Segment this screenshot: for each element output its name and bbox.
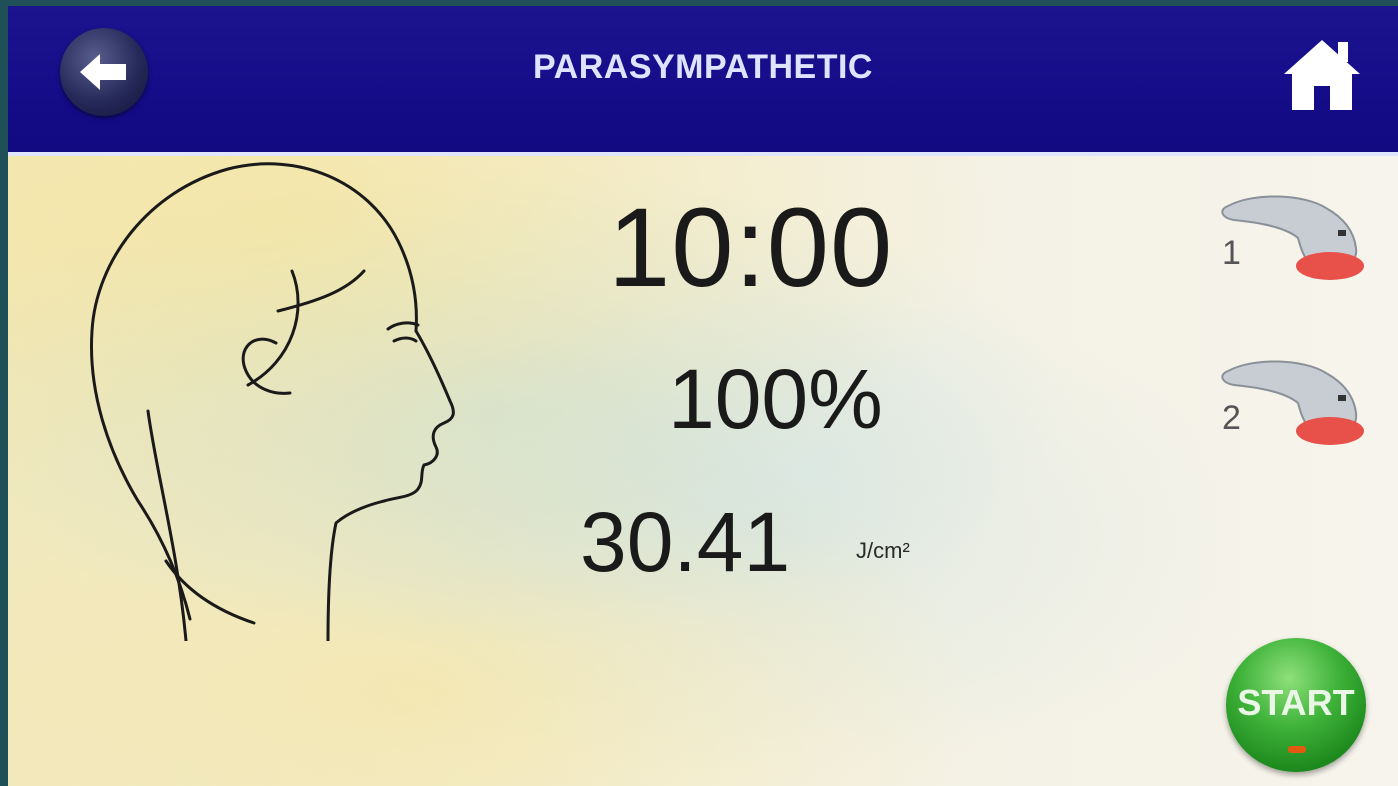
- start-label: START: [1237, 682, 1355, 723]
- home-button[interactable]: [1280, 34, 1364, 114]
- handpiece-2-button[interactable]: 2: [1214, 351, 1374, 471]
- handpiece-number: 2: [1222, 399, 1241, 437]
- handpiece-number: 1: [1222, 234, 1241, 272]
- start-button[interactable]: START: [1226, 638, 1366, 772]
- dose-unit: J/cm²: [856, 538, 910, 563]
- status-led: [1288, 746, 1306, 753]
- header-bar: PARASYMPATHETIC: [8, 6, 1398, 156]
- home-icon: [1284, 40, 1360, 110]
- handpiece-1-button[interactable]: 1: [1214, 186, 1374, 306]
- treatment-time[interactable]: 10:00: [608, 188, 928, 308]
- page-title: PARASYMPATHETIC: [533, 48, 873, 86]
- head-profile-illustration: [90, 162, 455, 641]
- dose-value: 30.41: [580, 495, 791, 589]
- device-screen: PARASYMPATHETIC 10:00 100% 30.41 J/cm² 1…: [8, 6, 1398, 786]
- power-level[interactable]: 100%: [668, 351, 908, 447]
